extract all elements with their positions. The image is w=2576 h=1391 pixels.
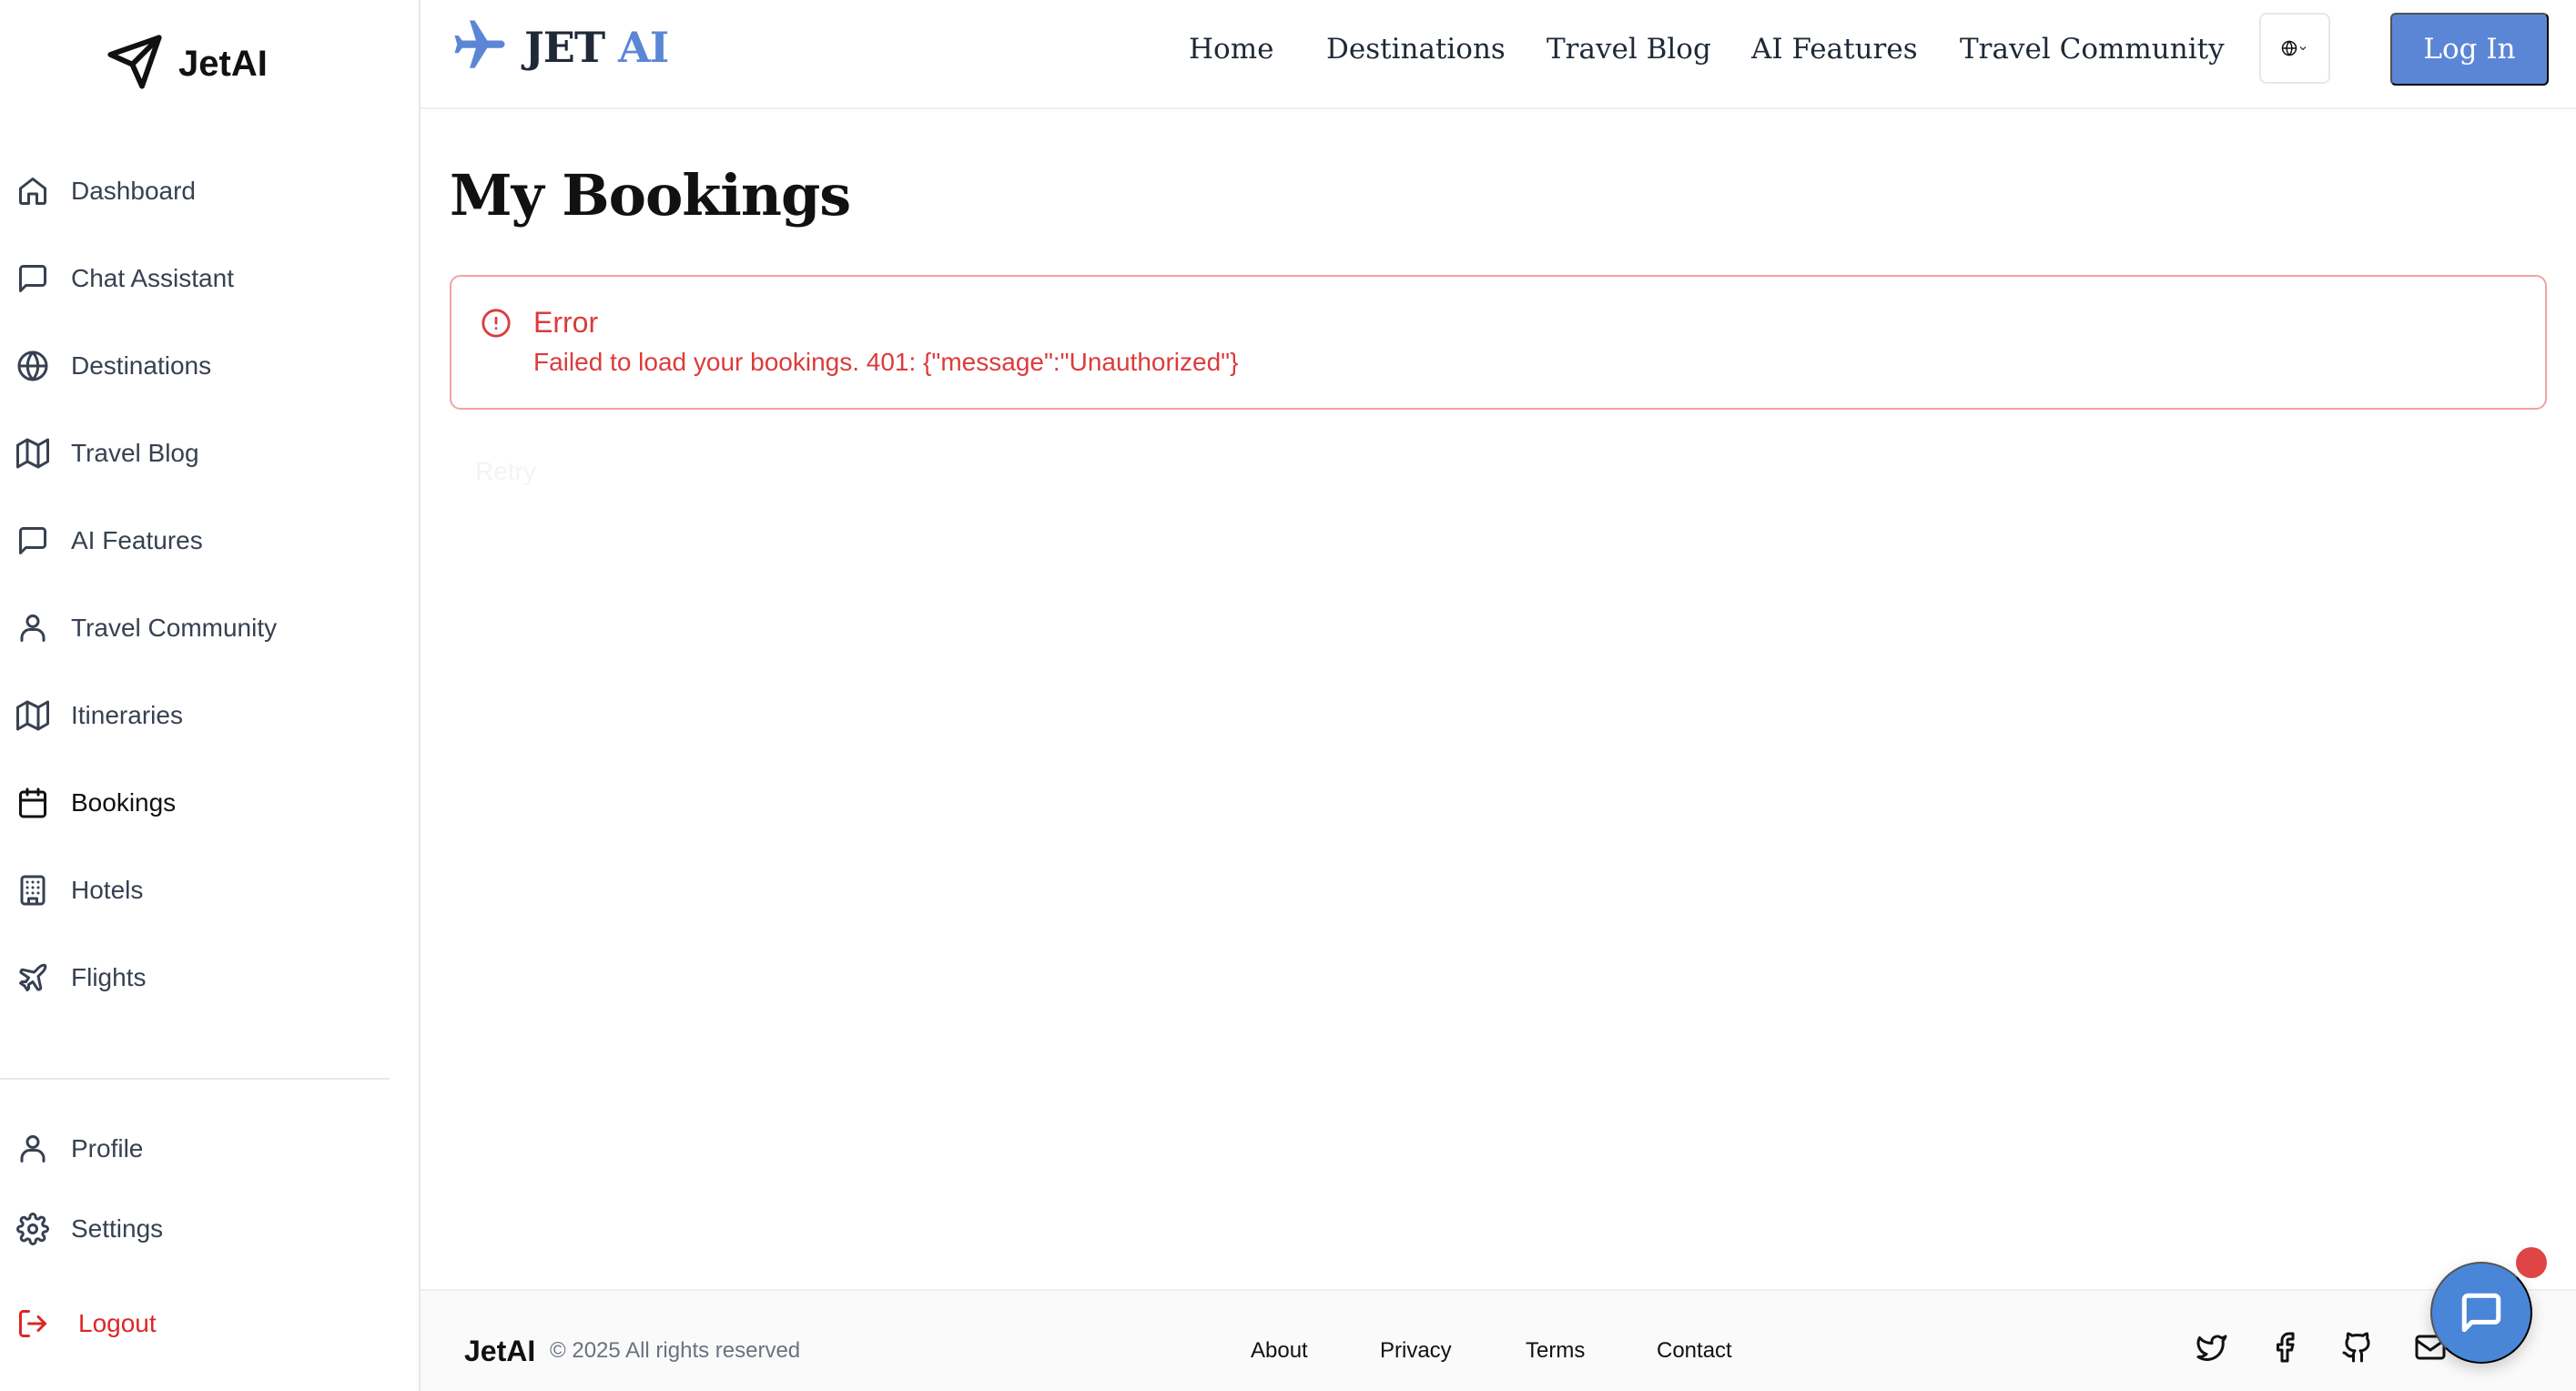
sidebar-item-label: Flights [71, 963, 147, 991]
sidebar-item-label: Hotels [71, 876, 144, 904]
sidebar-item-bookings[interactable]: Bookings [15, 777, 176, 828]
footer-link-privacy[interactable]: Privacy [1380, 1338, 1452, 1364]
sidebar-item-label: Settings [71, 1214, 164, 1243]
map-icon [15, 435, 51, 472]
error-message: Failed to load your bookings. 401: {"mes… [533, 348, 1239, 376]
sidebar-item-label: Destinations [71, 351, 212, 380]
sidebar-divider [0, 1078, 390, 1080]
footer: JetAI © 2025 All rights reserved About P… [421, 1289, 2576, 1391]
message-icon [2461, 1293, 2501, 1333]
user-icon [15, 1131, 51, 1167]
nav-home[interactable]: Home [1189, 25, 1273, 73]
notification-badge [2516, 1247, 2547, 1278]
nav-travel-community[interactable]: Travel Community [1960, 25, 2225, 73]
error-title: Error [533, 306, 599, 339]
sidebar-item-label: Itineraries [71, 701, 183, 729]
footer-link-terms[interactable]: Terms [1526, 1338, 1585, 1364]
facebook-icon[interactable] [2268, 1331, 2301, 1364]
user-icon [15, 610, 51, 646]
logout-icon [15, 1305, 51, 1342]
footer-copyright: © 2025 All rights reserved [550, 1338, 801, 1363]
login-button[interactable]: Log In [2390, 13, 2549, 86]
sidebar-item-label: Logout [78, 1309, 157, 1337]
logo-jet: JET [524, 23, 605, 72]
sidebar-brand[interactable]: JetAI [106, 33, 268, 96]
sidebar-item-label: Chat Assistant [71, 264, 234, 292]
message-icon [15, 523, 51, 559]
chevron-down-icon [2299, 46, 2307, 51]
sidebar-item-hotels[interactable]: Hotels [15, 865, 143, 916]
map-icon [15, 697, 51, 734]
gear-icon [15, 1211, 51, 1247]
send-icon [106, 33, 164, 96]
calendar-icon [15, 785, 51, 821]
top-header: JET AI Home Destinations Travel Blog AI … [421, 0, 2576, 109]
message-icon [15, 260, 51, 297]
nav-travel-blog[interactable]: Travel Blog [1547, 25, 1711, 73]
sidebar-item-chat-assistant[interactable]: Chat Assistant [15, 253, 234, 304]
globe-icon [15, 348, 51, 384]
sidebar-item-destinations[interactable]: Destinations [15, 340, 211, 391]
footer-link-about[interactable]: About [1251, 1338, 1308, 1364]
sidebar-item-label: Profile [71, 1134, 144, 1163]
github-icon[interactable] [2341, 1331, 2374, 1364]
sidebar-item-profile[interactable]: Profile [15, 1123, 143, 1174]
building-icon [15, 872, 51, 909]
faded-retry-button[interactable]: Retry [475, 457, 536, 486]
sidebar-brand-name: JetAI [178, 43, 268, 84]
logo-text: JET AI [524, 23, 669, 72]
logo-ai: AI [618, 23, 669, 72]
sidebar-item-settings[interactable]: Settings [15, 1203, 163, 1254]
error-alert: Error Failed to load your bookings. 401:… [450, 275, 2547, 410]
nav-destinations[interactable]: Destinations [1326, 25, 1506, 73]
globe-icon [2281, 40, 2297, 56]
site-logo[interactable]: JET AI [448, 15, 669, 80]
sidebar-item-travel-blog[interactable]: Travel Blog [15, 428, 199, 479]
sidebar: JetAI Dashboard Chat Assistant Destinati… [0, 0, 421, 1391]
twitter-icon[interactable] [2196, 1331, 2228, 1364]
sidebar-item-dashboard[interactable]: Dashboard [15, 166, 196, 217]
nav-ai-features[interactable]: AI Features [1751, 25, 1918, 73]
plane-icon [15, 959, 51, 996]
airplane-icon [448, 15, 512, 80]
chat-widget-button[interactable] [2430, 1262, 2532, 1364]
sidebar-item-flights[interactable]: Flights [15, 952, 146, 1003]
sidebar-item-label: Dashboard [71, 177, 196, 205]
sidebar-item-label: Travel Community [71, 614, 278, 642]
footer-brand: JetAI [464, 1335, 536, 1367]
sidebar-item-label: Bookings [71, 788, 177, 817]
home-icon [15, 173, 51, 209]
language-selector[interactable] [2259, 13, 2330, 84]
sidebar-item-logout[interactable]: Logout [15, 1298, 157, 1349]
alert-circle-icon [482, 309, 511, 338]
sidebar-item-label: AI Features [71, 526, 203, 554]
page-title: My Bookings [450, 162, 851, 228]
sidebar-item-label: Travel Blog [71, 439, 199, 467]
sidebar-item-travel-community[interactable]: Travel Community [15, 603, 277, 654]
sidebar-item-ai-features[interactable]: AI Features [15, 515, 203, 566]
sidebar-item-itineraries[interactable]: Itineraries [15, 690, 183, 741]
footer-link-contact[interactable]: Contact [1657, 1338, 1732, 1364]
